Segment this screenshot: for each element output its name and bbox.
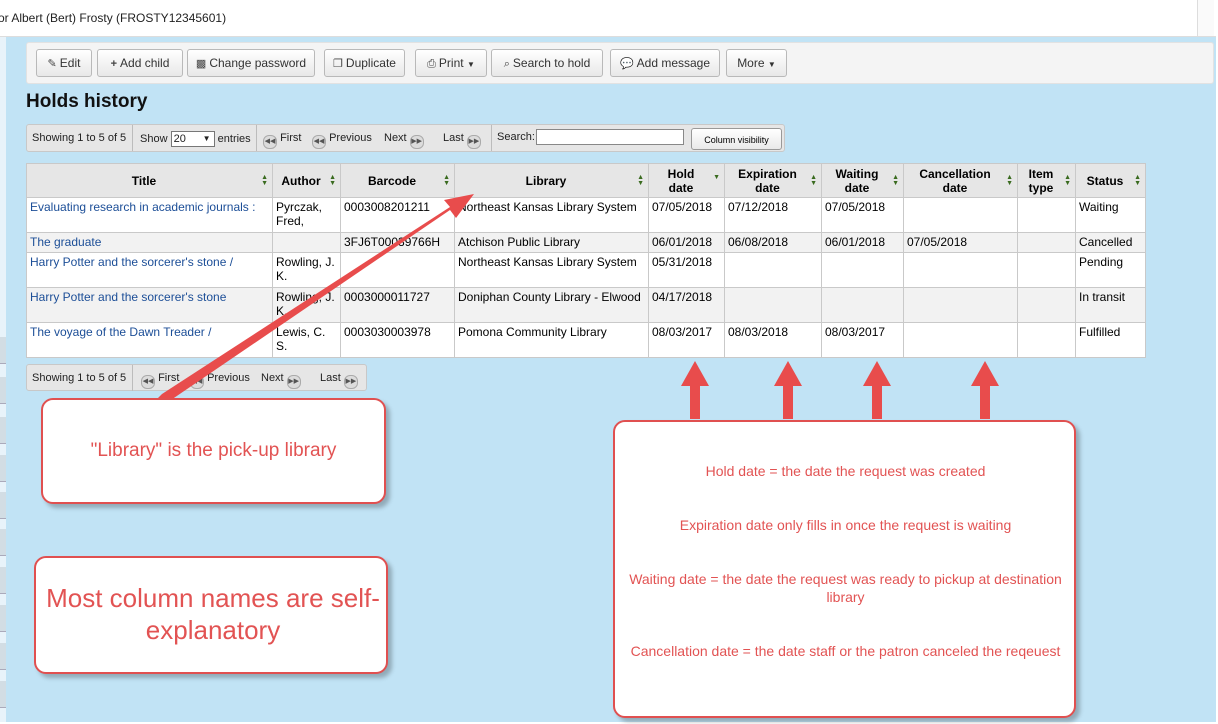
arrow-waiting-date <box>863 361 891 419</box>
callout-date-definitions: Hold date = the date the request was cre… <box>613 420 1076 718</box>
arrow-cancellation-date <box>971 361 999 419</box>
arrow-expiration-date <box>774 361 802 419</box>
arrow-to-library-header <box>158 194 474 402</box>
arrow-hold-date <box>681 361 709 419</box>
callout-library: "Library" is the pick-up library <box>41 398 386 504</box>
callout-column-names: Most column names are self-explanatory <box>34 556 388 674</box>
